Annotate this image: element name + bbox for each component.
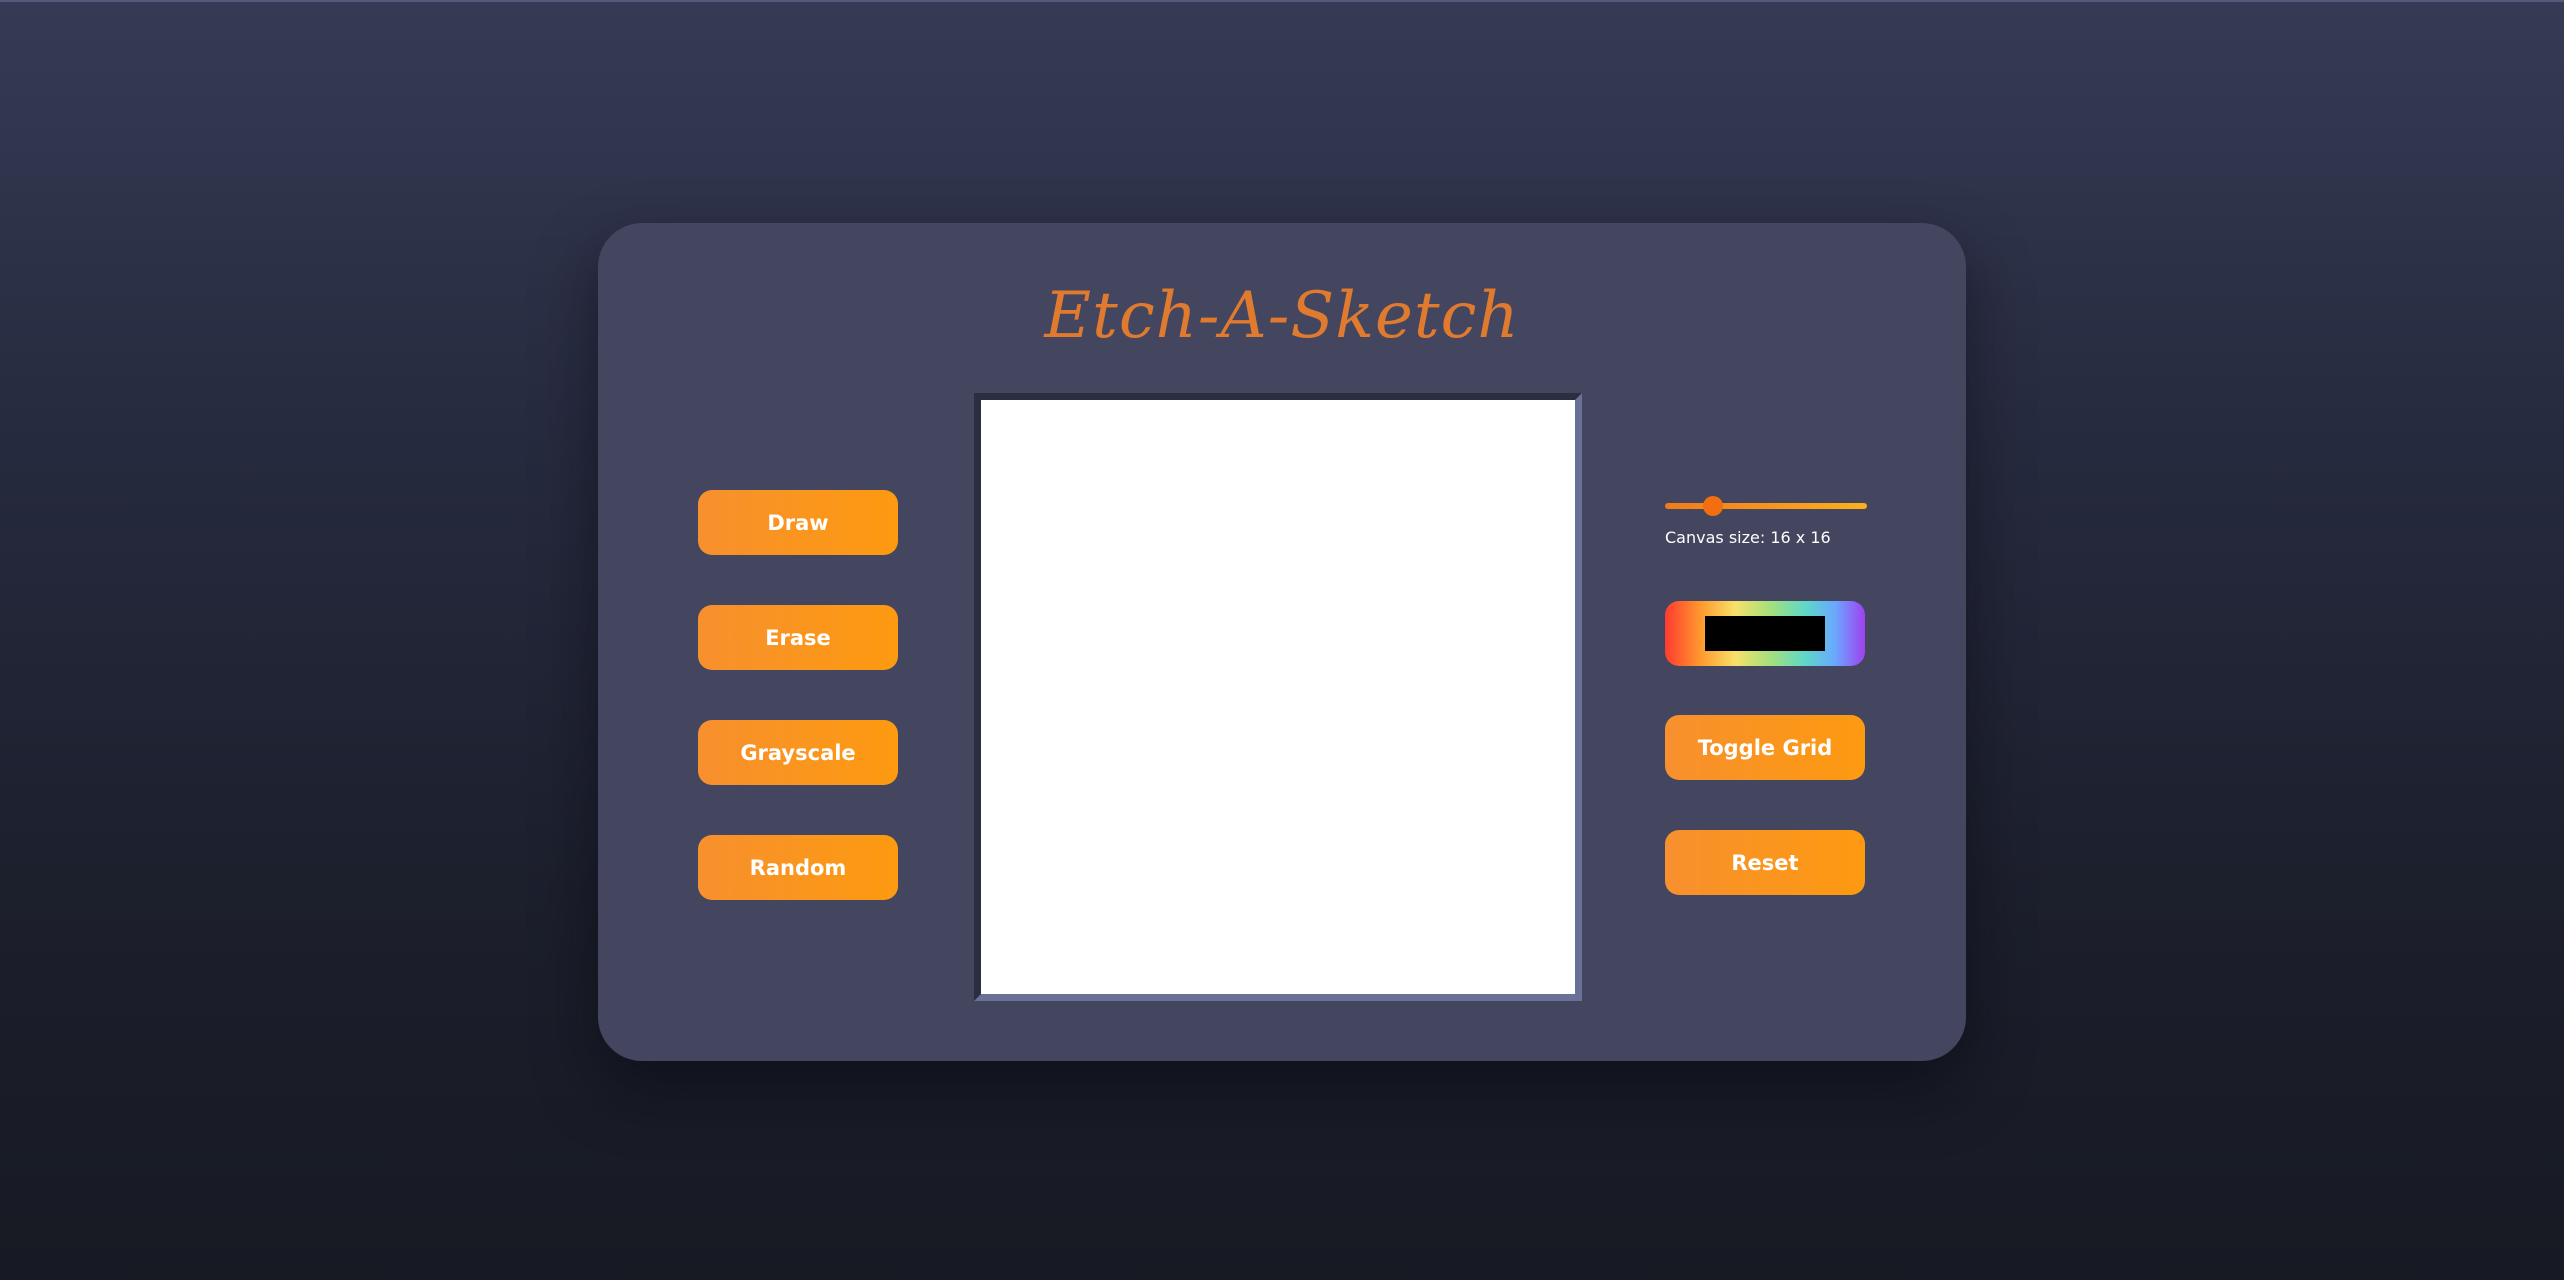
slider-track — [1665, 503, 1867, 509]
sketch-canvas[interactable] — [981, 400, 1575, 994]
reset-button[interactable]: Reset — [1665, 830, 1865, 895]
draw-button[interactable]: Draw — [698, 490, 898, 555]
erase-button[interactable]: Erase — [698, 605, 898, 670]
canvas-frame — [974, 393, 1582, 1001]
random-button[interactable]: Random — [698, 835, 898, 900]
top-edge-line — [0, 0, 2564, 2]
selected-color-swatch[interactable] — [1705, 616, 1825, 651]
grayscale-button[interactable]: Grayscale — [698, 720, 898, 785]
toggle-grid-button[interactable]: Toggle Grid — [1665, 715, 1865, 780]
color-picker[interactable] — [1665, 601, 1865, 666]
app-title: Etch-A-Sketch — [1044, 279, 1520, 353]
canvas-size-slider[interactable] — [1665, 494, 1867, 518]
canvas-size-label: Canvas size: 16 x 16 — [1665, 528, 1831, 547]
slider-thumb[interactable] — [1702, 496, 1723, 516]
app-panel: Etch-A-Sketch Draw Erase Grayscale Rando… — [598, 223, 1966, 1061]
